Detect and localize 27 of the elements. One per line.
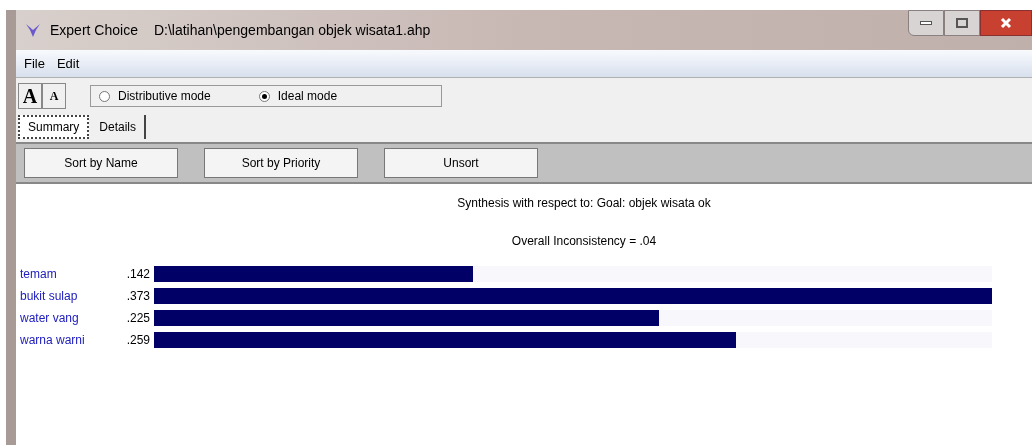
priority-value: .142 bbox=[125, 266, 150, 283]
font-decrease-button[interactable]: A bbox=[42, 83, 66, 109]
close-icon bbox=[1000, 17, 1012, 29]
sort-button[interactable]: Unsort bbox=[384, 148, 538, 178]
sort-button[interactable]: Sort by Priority bbox=[204, 148, 358, 178]
close-button[interactable] bbox=[980, 10, 1032, 36]
file-path: D:\latihan\pengembangan objek wisata1.ahp bbox=[153, 20, 431, 40]
inconsistency-text: Overall Inconsistency = .04 bbox=[510, 233, 658, 250]
app-title: Expert Choice bbox=[50, 20, 138, 40]
font-increase-button[interactable]: A bbox=[18, 83, 42, 109]
mode-radio[interactable]: Distributive mode bbox=[99, 87, 211, 105]
menu-item[interactable]: Edit bbox=[56, 53, 80, 74]
priority-value: .373 bbox=[125, 288, 150, 305]
app-logo-icon bbox=[24, 21, 42, 39]
menu-item[interactable]: File bbox=[24, 53, 45, 74]
alternative-name: warna warni bbox=[20, 332, 86, 349]
priority-value: .259 bbox=[125, 332, 150, 349]
minimize-button[interactable] bbox=[908, 10, 944, 36]
alternative-name: water vang bbox=[20, 310, 80, 327]
tab[interactable]: Summary bbox=[18, 115, 90, 139]
sort-button[interactable]: Sort by Name bbox=[24, 148, 178, 178]
alternative-name: temam bbox=[20, 266, 58, 283]
maximize-button[interactable] bbox=[944, 10, 980, 36]
priority-value: .225 bbox=[125, 310, 150, 327]
alternative-name: bukit sulap bbox=[20, 288, 79, 305]
synthesis-title: Synthesis with respect to: Goal: objek wisata ok bbox=[456, 195, 712, 212]
mode-radio[interactable]: Ideal mode bbox=[258, 87, 338, 105]
